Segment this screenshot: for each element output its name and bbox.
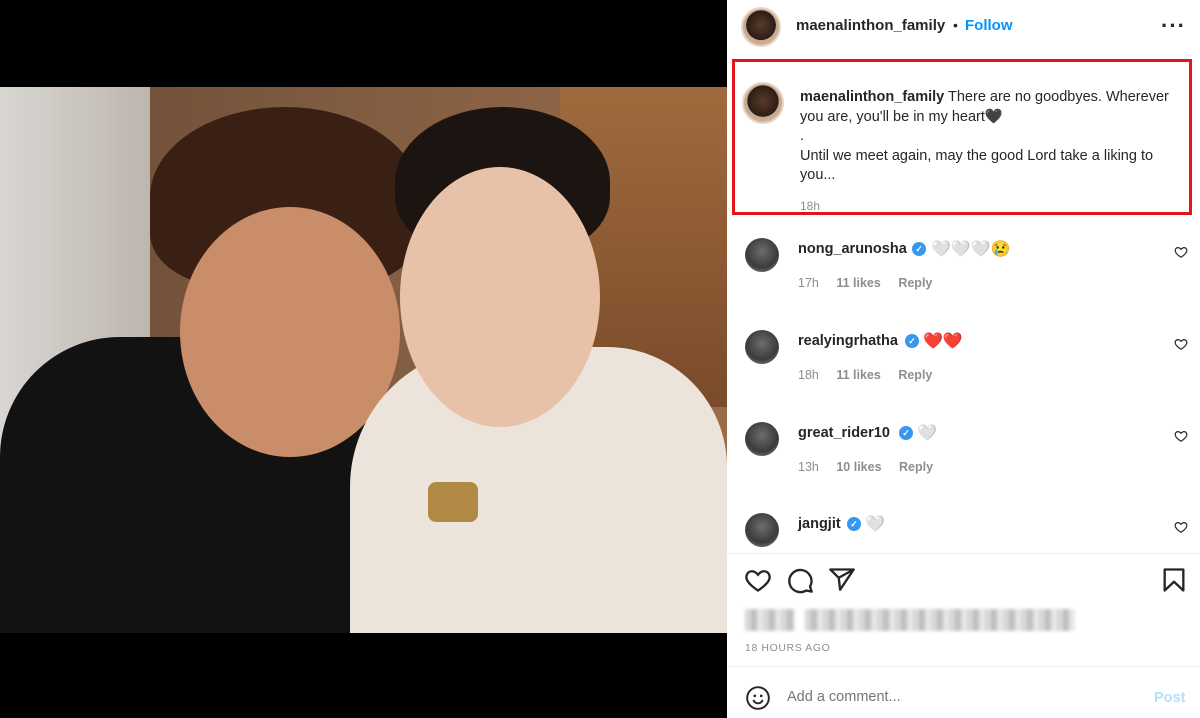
comment-reply-button[interactable]: Reply xyxy=(899,460,933,474)
verified-icon: ✓ xyxy=(847,517,861,531)
post-header: maenalinthon_family • Follow ··· xyxy=(727,0,1200,54)
post-media-pane xyxy=(0,0,727,718)
comment-reply-button[interactable]: Reply xyxy=(898,276,932,290)
heart-icon[interactable] xyxy=(1174,429,1188,443)
section-divider xyxy=(727,553,1200,554)
separator-dot: • xyxy=(953,17,958,33)
heart-icon[interactable] xyxy=(1174,245,1188,259)
heart-icon[interactable] xyxy=(1174,337,1188,351)
share-icon[interactable] xyxy=(828,566,856,594)
comment-text: 🤍 xyxy=(865,516,885,533)
comment-text: 🤍🤍🤍😢 xyxy=(931,241,1011,258)
follow-button[interactable]: Follow xyxy=(965,17,1013,34)
caption-author-avatar[interactable] xyxy=(742,82,784,124)
post-comment-button[interactable]: Post xyxy=(1154,690,1185,706)
comment-text: ❤️❤️ xyxy=(923,333,963,350)
verified-icon: ✓ xyxy=(912,242,926,256)
caption-line-2: . xyxy=(800,128,805,144)
photo-person-right-face xyxy=(400,167,600,427)
post-sidebar: maenalinthon_family • Follow ··· maenali… xyxy=(727,0,1200,718)
comment-meta: 18h 11 likes Reply xyxy=(798,368,946,382)
comment-input[interactable] xyxy=(787,689,1117,705)
caption-timestamp[interactable]: 18h xyxy=(800,199,820,213)
comment-avatar[interactable] xyxy=(745,238,779,272)
comment-meta: 17h 11 likes Reply xyxy=(798,276,946,290)
comment-username[interactable]: jangjit xyxy=(798,516,841,532)
emoji-icon[interactable] xyxy=(745,685,771,711)
post-time-ago[interactable]: 18 HOURS AGO xyxy=(745,642,830,654)
comment-username[interactable]: realyingrhatha xyxy=(798,333,898,349)
caption-highlight-box: maenalinthon_family There are no goodbye… xyxy=(732,59,1192,215)
heart-icon[interactable] xyxy=(1174,520,1188,534)
blurred-likes-text xyxy=(805,609,1075,631)
more-icon[interactable]: ··· xyxy=(1161,13,1186,39)
comment-username[interactable]: nong_arunosha xyxy=(798,241,907,257)
comment-meta: 13h 10 likes Reply xyxy=(798,460,947,474)
comment-avatar[interactable] xyxy=(745,422,779,456)
author-username[interactable]: maenalinthon_family xyxy=(796,17,945,34)
verified-icon: ✓ xyxy=(905,334,919,348)
caption-text: maenalinthon_family There are no goodbye… xyxy=(800,88,1190,186)
comment-item: jangjit ✓ 🤍 xyxy=(727,513,1200,549)
bookmark-icon[interactable] xyxy=(1160,566,1188,594)
comment-likes[interactable]: 11 likes xyxy=(836,368,881,382)
post-action-bar xyxy=(727,566,1200,596)
likes-summary-blurred xyxy=(745,609,1075,633)
blurred-avatars xyxy=(745,609,795,631)
comment-text: 🤍 xyxy=(917,425,937,442)
comment-likes[interactable]: 10 likes xyxy=(836,460,881,474)
comment-item: great_rider10 ✓ 🤍 13h 10 likes Reply xyxy=(727,422,1200,492)
comment-username[interactable]: great_rider10 xyxy=(798,425,890,441)
post-photo[interactable] xyxy=(0,87,727,633)
author-avatar[interactable] xyxy=(741,7,781,47)
comment-time[interactable]: 17h xyxy=(798,276,819,290)
comment-reply-button[interactable]: Reply xyxy=(898,368,932,382)
heart-icon[interactable] xyxy=(744,566,772,594)
comment-likes[interactable]: 11 likes xyxy=(836,276,881,290)
comment-avatar[interactable] xyxy=(745,330,779,364)
comment-time[interactable]: 13h xyxy=(798,460,819,474)
comment-icon[interactable] xyxy=(786,566,814,594)
verified-icon: ✓ xyxy=(899,426,913,440)
caption-author-username[interactable]: maenalinthon_family xyxy=(800,89,944,105)
add-comment-bar: Post xyxy=(727,667,1200,718)
comment-item: realyingrhatha ✓ ❤️❤️ 18h 11 likes Reply xyxy=(727,330,1200,400)
caption-line-3: Until we meet again, may the good Lord t… xyxy=(800,147,1154,184)
comment-time[interactable]: 18h xyxy=(798,368,819,382)
comment-avatar[interactable] xyxy=(745,513,779,547)
comment-item: nong_arunosha ✓ 🤍🤍🤍😢 17h 11 likes Reply xyxy=(727,238,1200,308)
photo-watch xyxy=(428,482,478,522)
